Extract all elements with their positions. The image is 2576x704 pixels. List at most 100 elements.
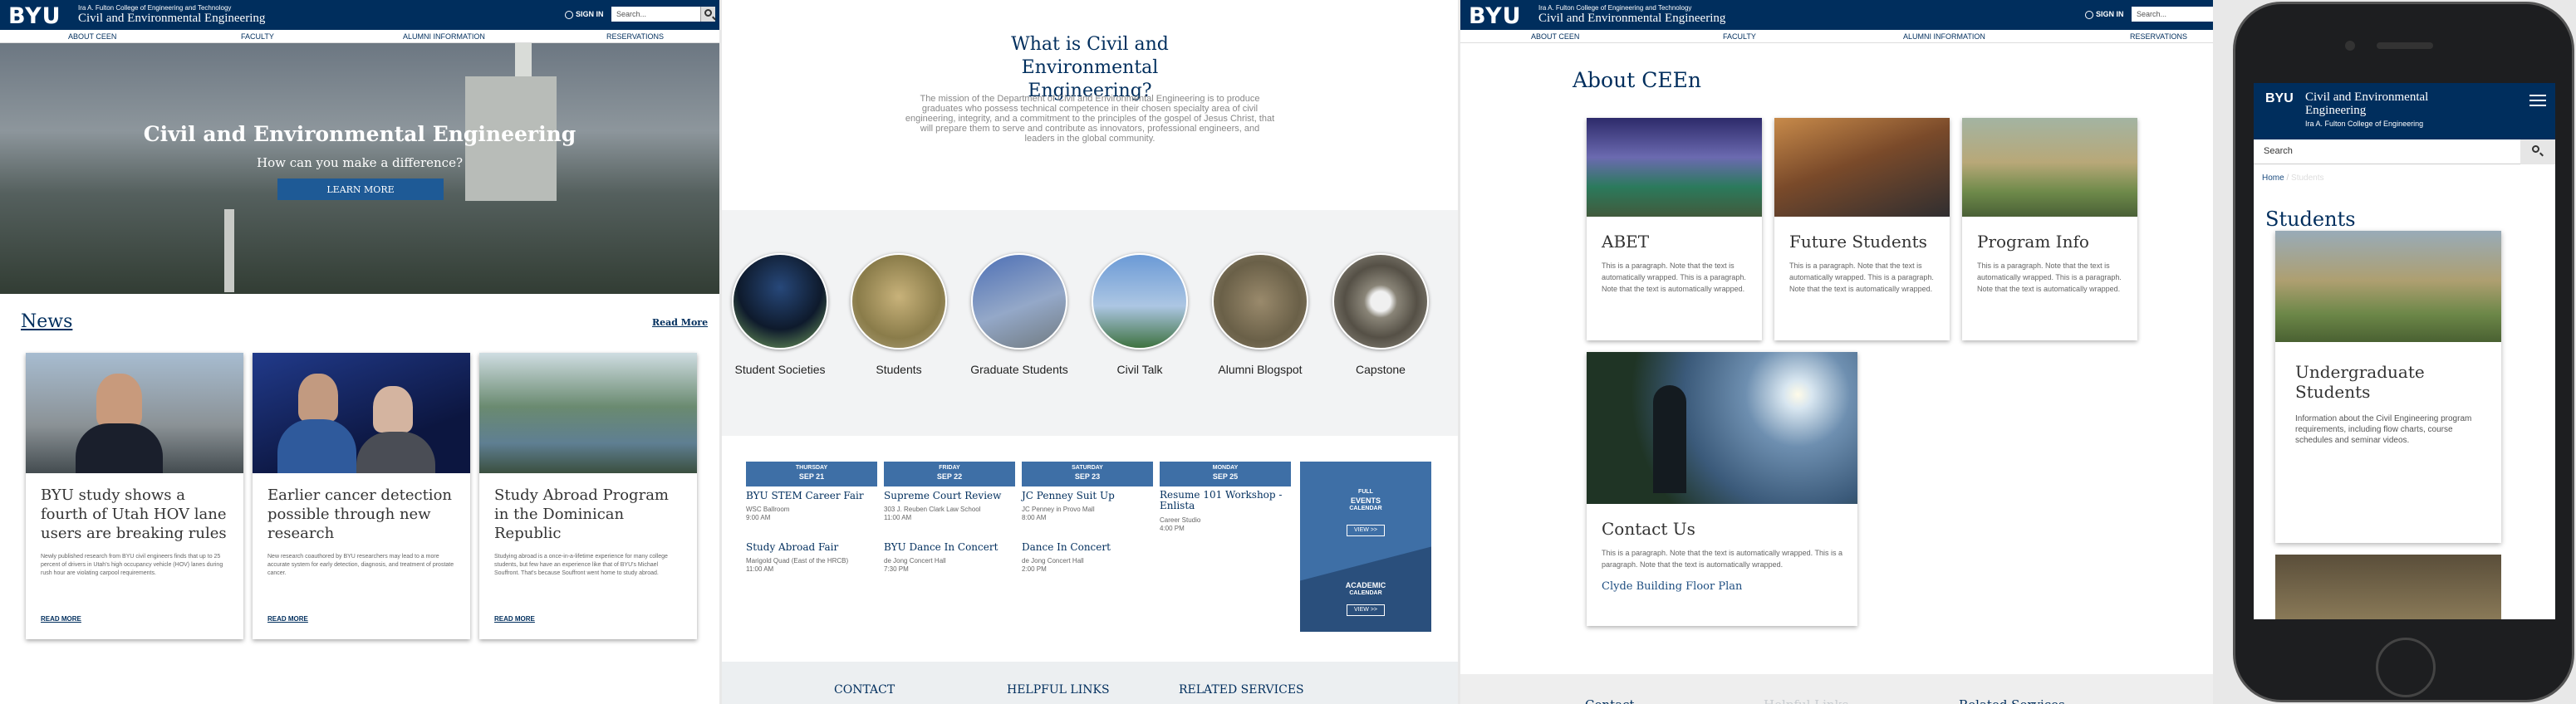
card-image (2275, 231, 2501, 342)
search-input[interactable]: Search (2264, 146, 2293, 156)
news-card[interactable]: Earlier cancer detection possible throug… (253, 353, 470, 639)
about-tile[interactable]: ABET This is a paragraph. Note that the … (1587, 118, 1762, 340)
students-label[interactable]: Students (841, 363, 957, 376)
search-input[interactable]: Search... (611, 7, 701, 22)
about-tile[interactable]: Program Info This is a paragraph. Note t… (1962, 118, 2137, 340)
next-card-image[interactable] (2275, 555, 2501, 619)
event-title[interactable]: Study Abroad Fair (746, 541, 838, 553)
graduate-students-image[interactable] (971, 253, 1067, 350)
read-more-link[interactable]: READ MORE (41, 615, 81, 623)
nav-alumni[interactable]: ALUMNI INFORMATION (403, 32, 485, 41)
news-card[interactable]: Study Abroad Program in the Dominican Re… (479, 353, 697, 639)
byu-logo[interactable]: BYU (1469, 3, 1522, 29)
news-title[interactable]: Study Abroad Program in the Dominican Re… (494, 486, 682, 543)
event-title[interactable]: Dance In Concert (1022, 541, 1111, 553)
event-day: FRIDAY (939, 465, 960, 471)
contact-title: Contact Us (1602, 519, 1695, 539)
home-button[interactable] (2376, 638, 2436, 697)
statue-image (1653, 385, 1686, 493)
learn-more-button[interactable]: LEARN MORE (277, 178, 444, 200)
footer-related-services[interactable]: RELATED SERVICES (1179, 683, 1304, 697)
nav-faculty[interactable]: FACULTY (1723, 32, 1756, 41)
footer-related-services[interactable]: Related Services (1959, 697, 2065, 704)
event-title[interactable]: BYU Dance In Concert (884, 541, 998, 553)
nav-about[interactable]: ABOUT CEEN (68, 32, 116, 41)
main-nav: ABOUT CEEN FACULTY ALUMNI INFORMATION RE… (1460, 30, 2213, 43)
event-location: Career Studio (1160, 516, 1201, 524)
civil-talk-image[interactable] (1092, 253, 1188, 350)
students-image[interactable] (851, 253, 947, 350)
menu-icon[interactable] (2529, 95, 2546, 106)
college-name: Ira A. Fulton College of Engineering and… (1538, 4, 1692, 12)
event-title[interactable]: Supreme Court Review (884, 490, 1001, 501)
event-title[interactable]: JC Penney Suit Up (1022, 490, 1115, 501)
breadcrumb-current: Students (2291, 174, 2324, 183)
academic-calendar-label: CALENDAR (1349, 590, 1382, 596)
hero-subtitle: How can you make a difference? (257, 155, 463, 170)
news-title[interactable]: Earlier cancer detection possible throug… (267, 486, 455, 543)
mobile-search-bar: Search (2254, 139, 2555, 164)
person-image (96, 374, 142, 428)
civil-talk-label[interactable]: Civil Talk (1082, 363, 1198, 376)
tile-text: This is a paragraph. Note that the text … (1602, 262, 1746, 293)
nav-about[interactable]: ABOUT CEEN (1531, 32, 1579, 41)
tile-text: This is a paragraph. Note that the text … (1789, 262, 1934, 293)
news-excerpt: Newly published research from BYU civil … (41, 554, 223, 576)
department-name[interactable]: Civil and Environmental Engineering (2305, 90, 2446, 117)
footer-helpful-links[interactable]: Helpful Links (1764, 697, 1848, 704)
footer-helpful-links[interactable]: HELPFUL LINKS (1007, 683, 1110, 697)
news-heading[interactable]: News (21, 311, 72, 332)
read-more-link[interactable]: READ MORE (494, 615, 535, 623)
site-header: BYU Ira A. Fulton College of Engineering… (1460, 0, 2213, 30)
user-icon (2085, 10, 2093, 19)
news-title[interactable]: BYU study shows a fourth of Utah HOV lan… (41, 486, 228, 543)
graduate-students-label[interactable]: Graduate Students (961, 363, 1077, 376)
search-icon (2532, 145, 2539, 153)
about-tile[interactable]: Future Students This is a paragraph. Not… (1774, 118, 1950, 340)
breadcrumb: Home / Students (2262, 174, 2324, 183)
student-societies-label[interactable]: Student Societies (722, 363, 838, 376)
breadcrumb-home[interactable]: Home (2262, 174, 2284, 183)
student-societies-image[interactable] (732, 253, 828, 350)
read-more-link[interactable]: READ MORE (267, 615, 308, 623)
event-time: 8:00 AM (1022, 514, 1047, 521)
nav-alumni[interactable]: ALUMNI INFORMATION (1903, 32, 1985, 41)
event-time: 11:00 AM (884, 514, 912, 521)
news-read-more-link[interactable]: Read More (652, 317, 708, 328)
event-title[interactable]: BYU STEM Career Fair (746, 490, 864, 501)
mission-text: The mission of the Department of Civil a… (905, 94, 1275, 144)
event-time: 9:00 AM (746, 514, 771, 521)
students-card[interactable]: Undergraduate Students Information about… (2275, 231, 2501, 543)
contact-image (1587, 352, 1857, 504)
nav-reservations[interactable]: RESERVATIONS (606, 32, 664, 41)
footer-contact[interactable]: CONTACT (834, 683, 895, 697)
search-input[interactable]: Search... (2132, 7, 2213, 22)
mobile-header: BYU Civil and Environmental Engineering … (2254, 83, 2555, 139)
alumni-blogspot-label[interactable]: Alumni Blogspot (1202, 363, 1318, 376)
contact-tile[interactable]: Contact Us This is a paragraph. Note tha… (1587, 352, 1857, 626)
search-button[interactable] (700, 7, 715, 22)
sign-in-link[interactable]: SIGN IN (565, 10, 604, 19)
capstone-image[interactable] (1332, 253, 1429, 350)
event-location: JC Penney in Provo Mall (1022, 506, 1095, 513)
mission-panel: What is Civil and Environmental Engineer… (722, 0, 1458, 704)
sign-in-link[interactable]: SIGN IN (2085, 10, 2124, 19)
nav-reservations[interactable]: RESERVATIONS (2130, 32, 2187, 41)
department-name[interactable]: Civil and Environmental Engineering (78, 12, 265, 26)
event-title[interactable]: Resume 101 Workshop - Enlista (1160, 490, 1284, 511)
news-card[interactable]: BYU study shows a fourth of Utah HOV lan… (26, 353, 243, 639)
nav-faculty[interactable]: FACULTY (241, 32, 274, 41)
academic-view-button[interactable]: VIEW >> (1347, 604, 1385, 616)
contact-text: This is a paragraph. Note that the text … (1602, 549, 1842, 569)
department-name[interactable]: Civil and Environmental Engineering (1538, 12, 1725, 26)
alumni-blogspot-image[interactable] (1212, 253, 1308, 350)
capstone-label[interactable]: Capstone (1322, 363, 1439, 376)
byu-logo[interactable]: BYU (2265, 91, 2294, 106)
search-button[interactable] (2520, 139, 2555, 164)
byu-logo[interactable]: BYU (8, 3, 61, 29)
event-location: WSC Ballroom (746, 506, 790, 513)
floor-plan-link[interactable]: Clyde Building Floor Plan (1602, 580, 1842, 593)
events-view-button[interactable]: VIEW >> (1347, 525, 1385, 536)
footer-contact[interactable]: Contact (1585, 697, 1635, 704)
spire-image (224, 209, 234, 292)
